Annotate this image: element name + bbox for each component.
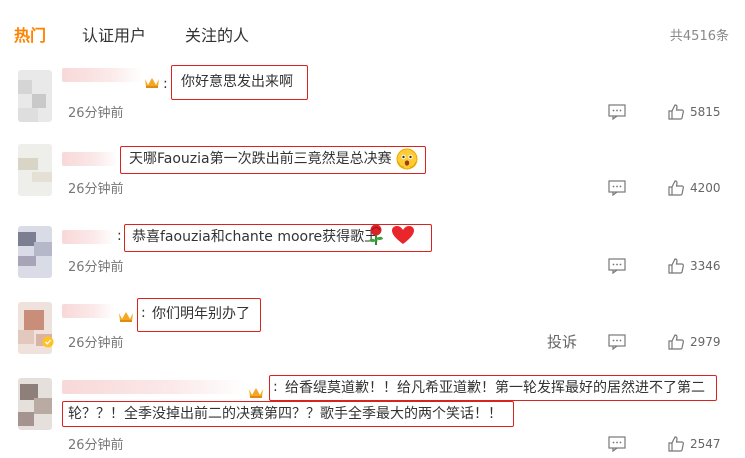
comment-item: : 给香缇莫道歉！！给凡希亚道歉！第一轮发挥最好的居然进不了第二 轮？？！全季没… <box>0 366 745 458</box>
username[interactable] <box>62 68 142 82</box>
comment-text-line-1: 给香缇莫道歉！！给凡希亚道歉！第一轮发挥最好的居然进不了第二 <box>285 380 705 396</box>
total-count: 共4516条 <box>669 29 729 44</box>
like-count: 5815 <box>690 105 721 119</box>
like-icon[interactable] <box>668 334 684 350</box>
report-button[interactable]: 投诉 <box>547 331 577 352</box>
red-heart-emoji <box>392 226 414 244</box>
tab-verified-users[interactable]: 认证用户 <box>82 22 146 46</box>
comment-item: : 你好意思发出来啊 26分钟前 5815 <box>0 62 745 134</box>
like-icon[interactable] <box>668 180 684 196</box>
username[interactable] <box>62 304 114 318</box>
avatar[interactable] <box>18 378 52 430</box>
reply-icon[interactable] <box>608 334 626 350</box>
like-count: 4200 <box>690 181 721 195</box>
avatar[interactable] <box>18 144 52 196</box>
avatar[interactable] <box>18 70 52 122</box>
comment-time: 26分钟前 <box>68 106 124 121</box>
surprised-face-emoji <box>396 148 418 170</box>
like-count: 2979 <box>690 335 721 349</box>
like-icon[interactable] <box>668 104 684 120</box>
like-count: 2547 <box>690 437 721 451</box>
rose-emoji <box>369 224 383 245</box>
comment-time: 26分钟前 <box>68 438 124 453</box>
crown-icon <box>119 312 133 322</box>
comment-text: 你们明年别办了 <box>152 306 250 322</box>
like-icon[interactable] <box>668 436 684 452</box>
verified-badge-icon <box>42 336 54 348</box>
comment-tabs: 热门 认证用户 关注的人 共4516条 <box>0 0 745 62</box>
avatar[interactable] <box>18 226 52 278</box>
colon: : <box>273 379 278 395</box>
comment-item: : 你们明年别办了 26分钟前 投诉 2979 <box>0 286 745 366</box>
comment-item: 天哪Faouzia第一次跌出前三竟然是总决赛 26分钟前 4200 <box>0 134 745 210</box>
colon: : <box>141 305 146 321</box>
username[interactable] <box>62 230 114 244</box>
comment-text-line-2: 轮？？！全季没掉出前二的决赛第四？？歌手全季最大的两个笑话！！ <box>68 406 502 422</box>
comment-item: : 恭喜faouzia和chante moore获得歌王 26分钟前 3346 <box>0 210 745 286</box>
comment-text: 天哪Faouzia第一次跌出前三竟然是总决赛 <box>129 151 392 167</box>
reply-icon[interactable] <box>608 104 626 120</box>
colon: : <box>117 228 122 244</box>
comment-time: 26分钟前 <box>68 260 124 275</box>
comment-time: 26分钟前 <box>68 336 124 351</box>
like-icon[interactable] <box>668 258 684 274</box>
reply-icon[interactable] <box>608 258 626 274</box>
colon: : <box>163 76 168 92</box>
comment-time: 26分钟前 <box>68 182 124 197</box>
like-count: 3346 <box>690 259 721 273</box>
username[interactable] <box>62 380 246 394</box>
reply-icon[interactable] <box>608 180 626 196</box>
crown-icon <box>145 78 159 88</box>
tab-hot[interactable]: 热门 <box>14 22 46 46</box>
username[interactable] <box>62 152 118 166</box>
comment-text: 恭喜faouzia和chante moore获得歌王 <box>132 229 379 245</box>
tab-following[interactable]: 关注的人 <box>185 22 249 46</box>
reply-icon[interactable] <box>608 436 626 452</box>
crown-icon <box>249 388 263 398</box>
comment-text: 你好意思发出来啊 <box>181 74 293 90</box>
